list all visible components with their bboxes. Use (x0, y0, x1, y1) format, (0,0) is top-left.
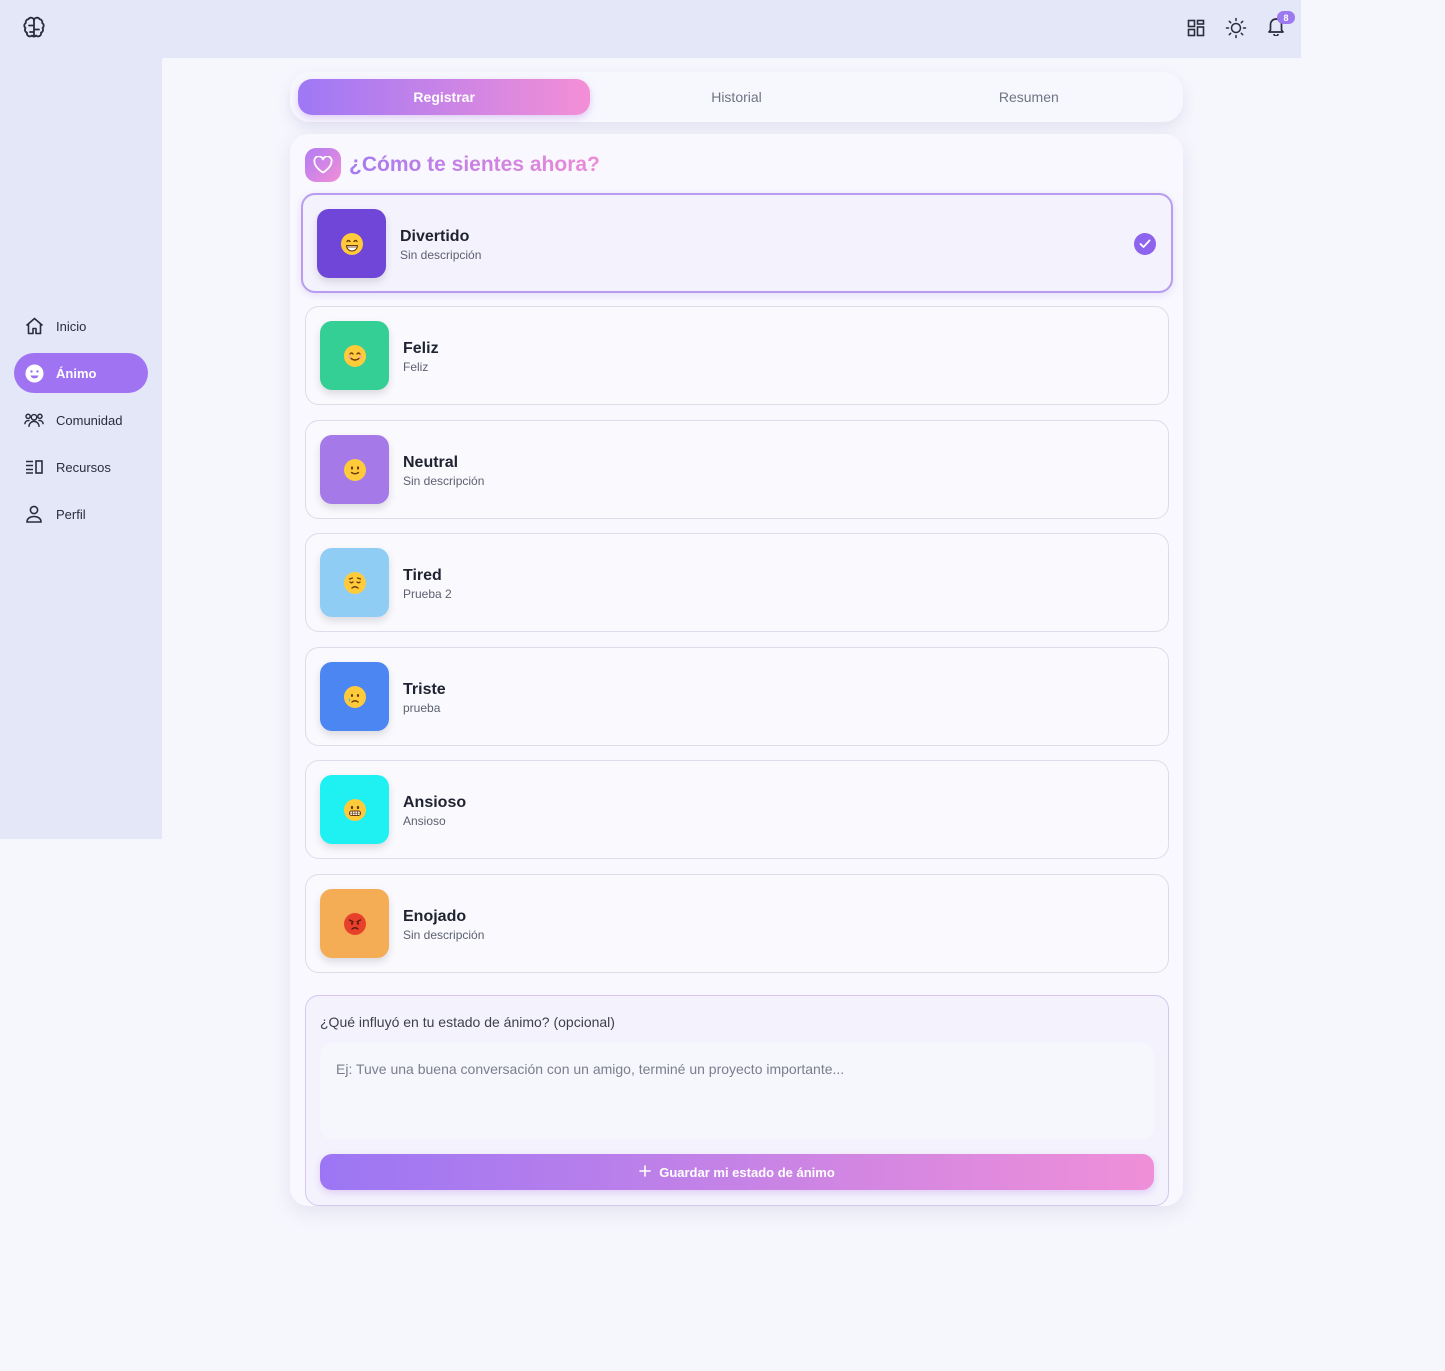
sidebar-item-label: Recursos (56, 459, 111, 475)
notification-badge: 8 (1277, 11, 1295, 24)
mood-title: Enojado (403, 908, 467, 925)
sidebar: Inicio Ánimo Comunidad Recursos Perfil (0, 58, 162, 839)
influence-input[interactable] (320, 1043, 1154, 1139)
mood-option-tired[interactable]: Tired Prueba 2 (305, 533, 1169, 632)
mood-icon (320, 548, 389, 617)
tab-historial[interactable]: Historial (590, 79, 882, 115)
list-icon (24, 457, 44, 477)
save-mood-button[interactable]: Guardar mi estado de ánimo (320, 1154, 1154, 1190)
mood-description: Ansioso (403, 814, 446, 828)
notifications-button[interactable]: 8 (1265, 11, 1295, 41)
sidebar-item-label: Inicio (56, 318, 87, 334)
sidebar-item-label: Comunidad (56, 412, 123, 428)
users-icon (24, 410, 44, 430)
mood-option-neutral[interactable]: Neutral Sin descripción (305, 420, 1169, 519)
mood-description: prueba (403, 701, 441, 715)
slightly-smiling-face-icon (343, 458, 366, 481)
mood-description: Sin descripción (400, 248, 482, 262)
sidebar-item-label: Ánimo (56, 365, 97, 381)
page-title: ¿Cómo te sientes ahora? (349, 153, 600, 176)
grid-icon[interactable] (1185, 15, 1207, 41)
sidebar-item-animo[interactable]: Ánimo (14, 353, 148, 393)
sad-tear-face-icon (343, 685, 366, 708)
sidebar-item-perfil[interactable]: Perfil (14, 494, 148, 534)
mood-option-triste[interactable]: Triste prueba (305, 647, 1169, 746)
tab-registrar[interactable]: Registrar (298, 79, 591, 115)
tab-bar: Registrar Historial Resumen (290, 72, 1183, 122)
mood-option-enojado[interactable]: Enojado Sin descripción (305, 874, 1169, 973)
mood-icon (320, 321, 389, 390)
brain-icon[interactable] (22, 16, 46, 40)
grinning-face-icon (340, 232, 363, 255)
mood-description: Feliz (403, 360, 429, 374)
mood-title: Ansioso (403, 794, 467, 811)
check-icon (1134, 233, 1156, 255)
mood-title: Divertido (400, 228, 470, 245)
mood-icon (317, 209, 386, 278)
heart-icon (305, 148, 341, 182)
mood-title: Feliz (403, 340, 439, 357)
mood-icon (320, 662, 389, 731)
user-icon (24, 504, 44, 524)
mood-description: Sin descripción (403, 474, 485, 488)
mood-heading: ¿Cómo te sientes ahora? (305, 148, 600, 182)
sidebar-item-label: Perfil (56, 506, 86, 522)
mood-icon (320, 889, 389, 958)
angry-face-icon (343, 912, 366, 935)
influence-section: ¿Qué influyó en tu estado de ánimo? (opc… (305, 995, 1169, 1206)
mood-option-feliz[interactable]: Feliz Feliz (305, 306, 1169, 405)
sun-icon[interactable] (1225, 15, 1247, 41)
save-button-label: Guardar mi estado de ánimo (659, 1164, 835, 1180)
tab-resumen[interactable]: Resumen (883, 79, 1175, 115)
mood-icon (320, 775, 389, 844)
mood-title: Triste (403, 681, 446, 698)
home-icon (24, 316, 44, 336)
smiling-face-icon (343, 344, 366, 367)
grimacing-face-icon (343, 798, 366, 821)
mood-option-divertido[interactable]: Divertido Sin descripción (301, 193, 1173, 293)
sidebar-item-recursos[interactable]: Recursos (14, 447, 148, 487)
main-content: Registrar Historial Resumen (290, 72, 1183, 122)
smile-icon (24, 363, 44, 383)
top-bar: 8 (0, 0, 1301, 58)
mood-description: Sin descripción (403, 928, 485, 942)
sidebar-item-comunidad[interactable]: Comunidad (14, 400, 148, 440)
influence-label: ¿Qué influyó en tu estado de ánimo? (opc… (320, 1014, 615, 1030)
sidebar-item-inicio[interactable]: Inicio (14, 306, 148, 346)
mood-description: Prueba 2 (403, 587, 452, 601)
sidebar-nav: Inicio Ánimo Comunidad Recursos Perfil (14, 306, 148, 541)
mood-title: Tired (403, 567, 442, 584)
disappointed-face-icon (343, 571, 366, 594)
header-actions: 8 (1185, 11, 1295, 41)
mood-icon (320, 435, 389, 504)
mood-title: Neutral (403, 454, 459, 471)
plus-icon (639, 1164, 652, 1180)
mood-option-ansioso[interactable]: Ansioso Ansioso (305, 760, 1169, 859)
